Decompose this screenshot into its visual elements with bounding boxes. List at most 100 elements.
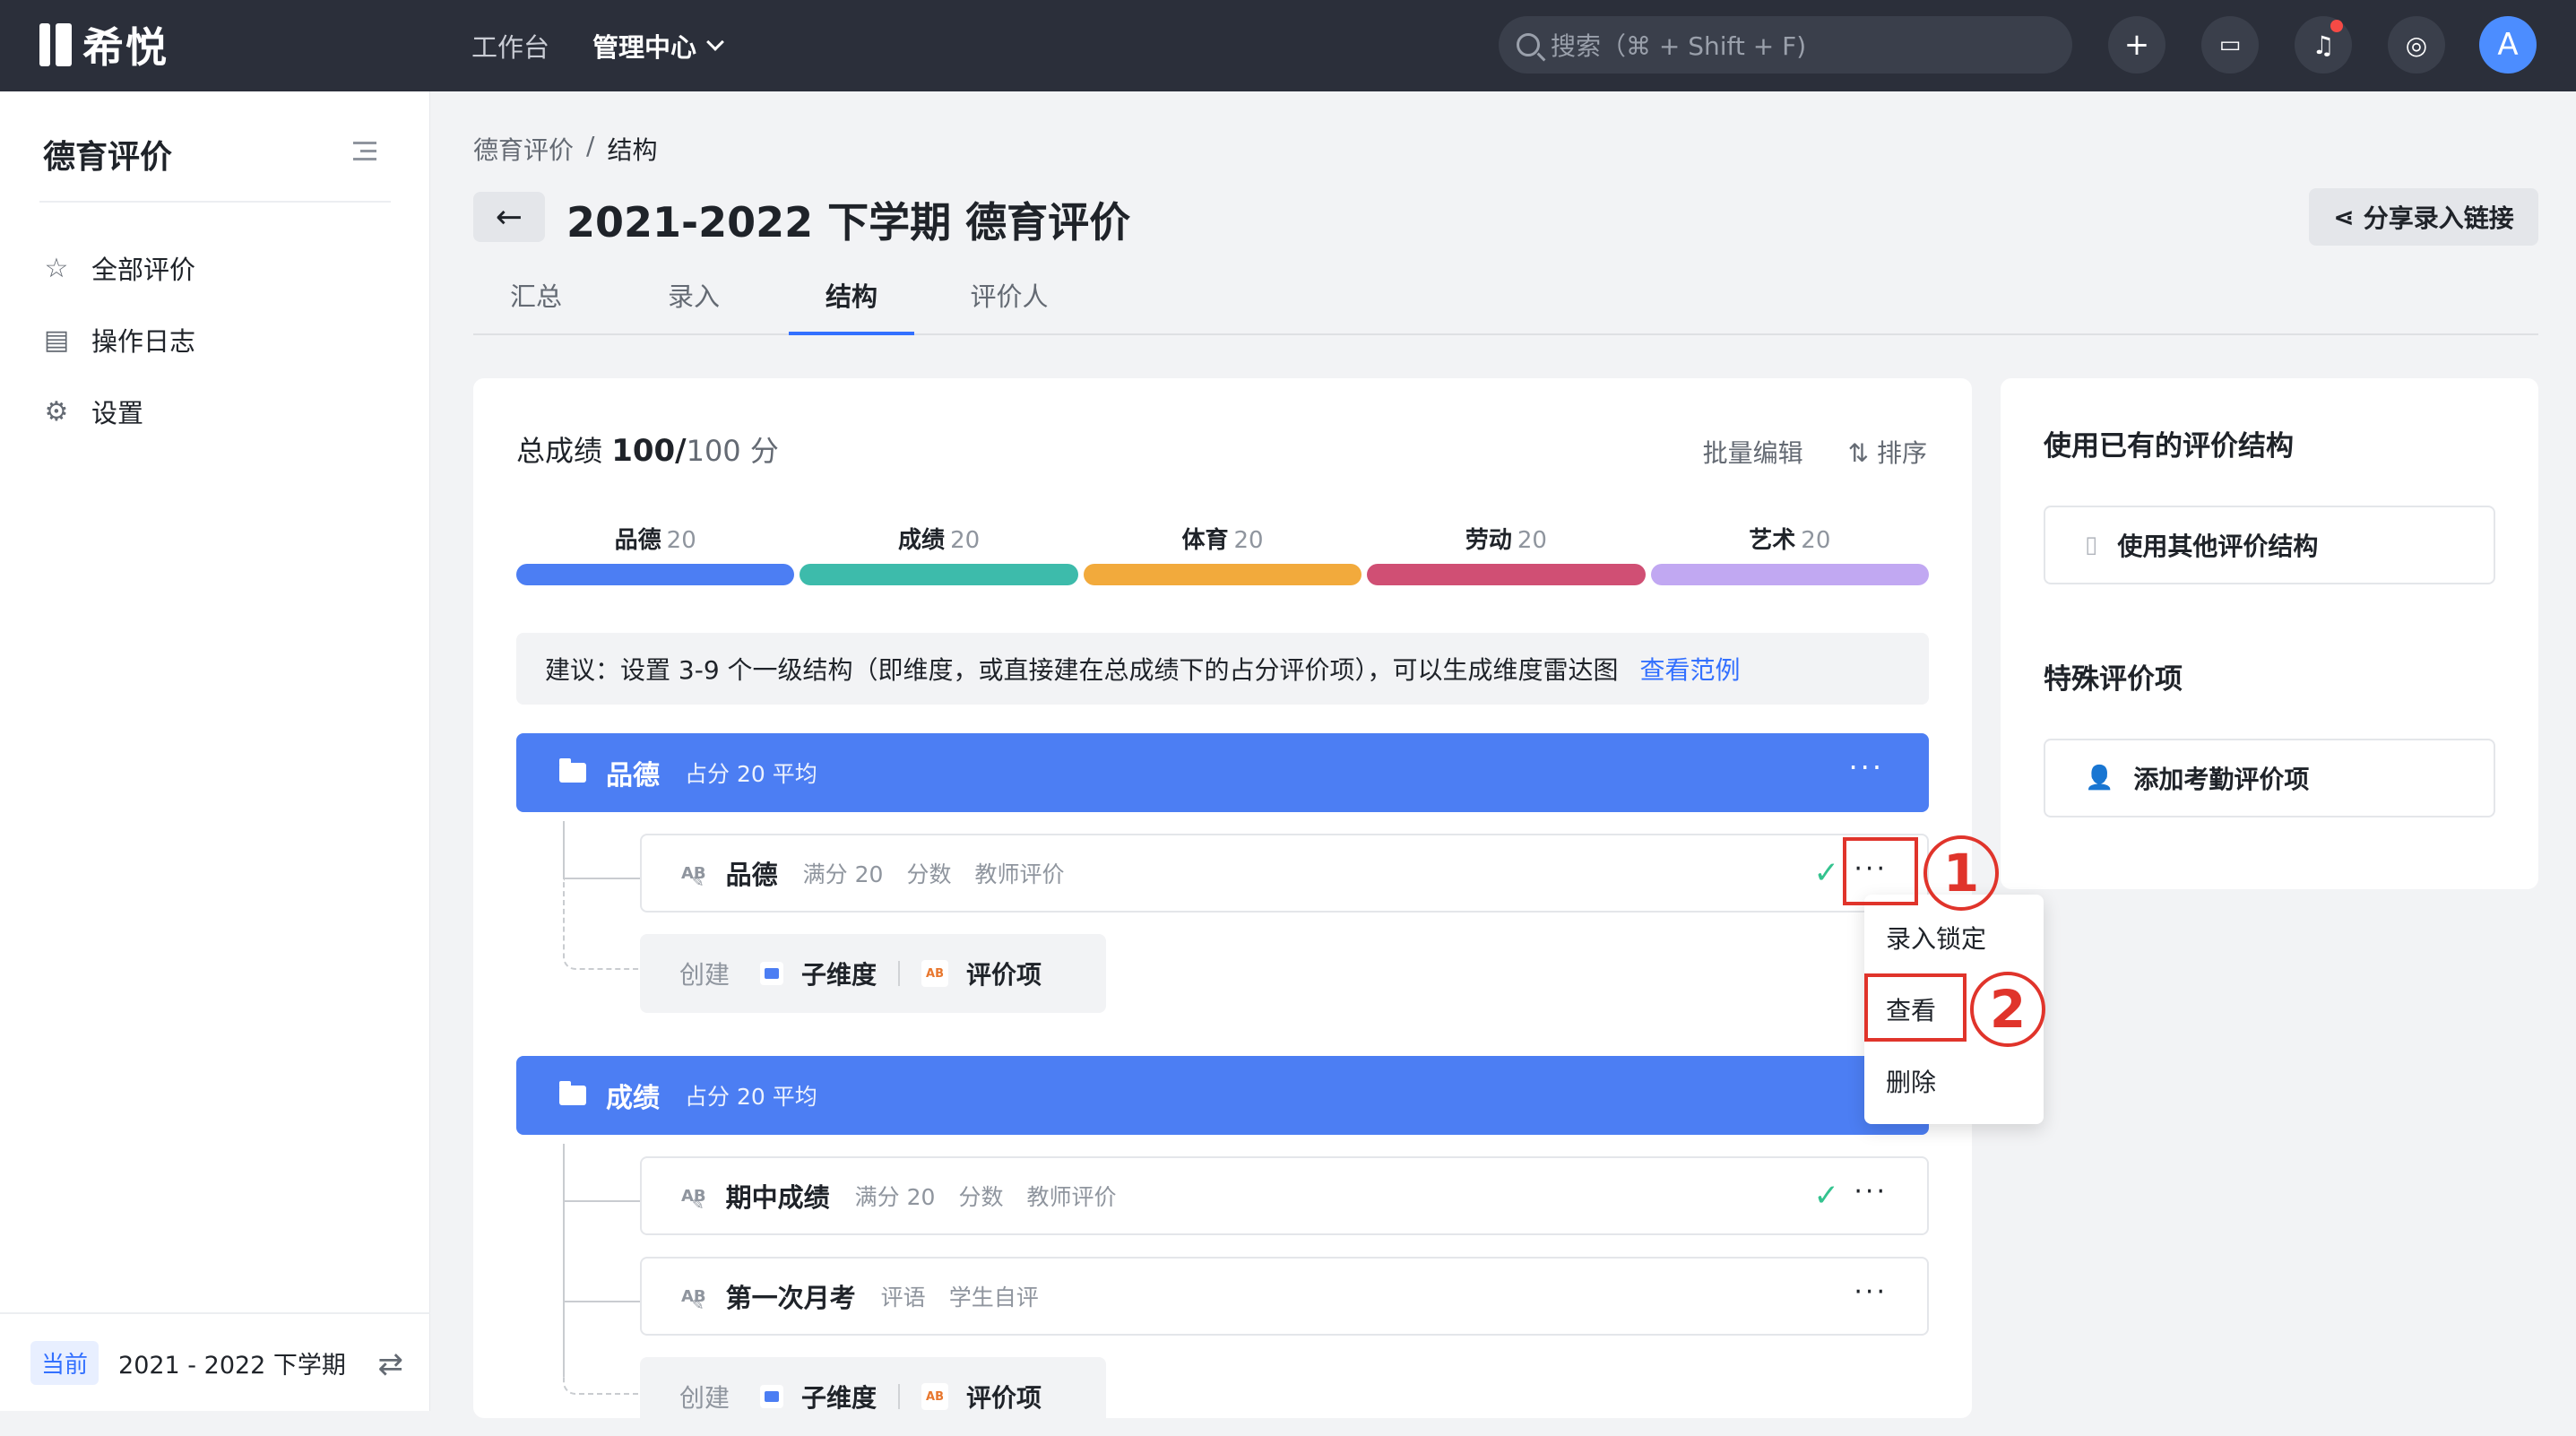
score-distribution-bar: 品德 20 成绩 20 体育 20 劳动 20 艺术 20 [516, 522, 1930, 585]
segment-score: 20 [950, 527, 981, 554]
total-score: 总成绩 100/100 分 [516, 428, 779, 470]
breadcrumb-current: 结构 [607, 135, 658, 165]
dimension-row[interactable]: 成绩 占分 20 平均 [516, 1056, 1929, 1135]
segment-label: 成绩 20 [898, 522, 980, 555]
dimension-name: 成绩 [606, 1083, 660, 1114]
eval-item-row[interactable]: AB 期中成绩 满分 20 分数 教师评价 ✓ ··· [640, 1156, 1929, 1235]
message-button[interactable]: ▭ [2201, 16, 2259, 74]
folder-icon [760, 962, 784, 985]
check-icon: ✓ [1813, 1178, 1840, 1214]
dimension-name: 品德 [606, 760, 660, 792]
more-icon[interactable]: ··· [1854, 1176, 1888, 1207]
segment-bar [516, 564, 795, 585]
term-switcher[interactable]: 当前 2021 - 2022 下学期 ⇄ [0, 1312, 430, 1411]
check-icon: ✓ [1813, 855, 1840, 891]
sidebar-item-all-evaluations[interactable]: ☆ 全部评价 [41, 249, 195, 287]
add-button[interactable]: + [2108, 16, 2165, 74]
share-link-button[interactable]: ⋖ 分享录入链接 [2309, 188, 2538, 246]
eval-item-meta: 教师评价 [1026, 1184, 1117, 1210]
total-score-max: 100 分 [686, 434, 779, 468]
top-bar: 希悦 工作台 管理中心 搜索（⌘ + Shift + F) + ▭ ♫ ◎ A [0, 0, 2576, 91]
eval-item-meta: 教师评价 [974, 861, 1065, 887]
breadcrumb-item[interactable]: 德育评价 [473, 131, 574, 167]
eval-item-name: 期中成绩 [725, 1182, 830, 1213]
back-button[interactable]: ← [473, 192, 545, 242]
tab-evaluators[interactable]: 评价人 [947, 276, 1072, 335]
arrow-left-icon: ← [495, 198, 523, 236]
search-input[interactable]: 搜索（⌘ + Shift + F) [1499, 16, 2072, 74]
tab-summary[interactable]: 汇总 [473, 276, 599, 335]
step-1-marker: 1 [1923, 835, 1999, 911]
sidebar-item-label: 操作日志 [91, 326, 196, 357]
existing-structure-title: 使用已有的评价结构 [2044, 430, 2294, 463]
menu-item-delete[interactable]: 删除 [1886, 1063, 1936, 1099]
logo-mark-icon [39, 23, 72, 66]
segment-bar [1083, 564, 1362, 585]
eval-item-meta: 分数 [958, 1184, 1004, 1210]
dimension-row[interactable]: 品德 占分 20 平均 ··· [516, 733, 1929, 812]
batch-edit-button[interactable]: 批量编辑 [1703, 434, 1803, 470]
sidebar-item-operation-log[interactable]: ▤ 操作日志 [41, 321, 195, 359]
nav-admin-center[interactable]: 管理中心 [592, 27, 724, 65]
notification-button[interactable]: ♫ [2295, 16, 2352, 74]
eval-item-row[interactable]: AB 品德 满分 20 分数 教师评价 ✓ ··· [640, 834, 1929, 913]
divider [898, 1384, 901, 1409]
sort-icon: ⇅ [1847, 438, 1877, 468]
step-2-marker: 2 [1970, 972, 2045, 1047]
special-items-title: 特殊评价项 [2044, 663, 2183, 696]
folder-icon [559, 758, 586, 783]
avatar[interactable]: A [2479, 16, 2537, 74]
highlight-box-step2 [1864, 973, 1967, 1042]
collapse-icon[interactable] [353, 142, 376, 161]
sort-button[interactable]: ⇅ 排序 [1848, 434, 1927, 470]
folder-icon [559, 1081, 586, 1105]
nav-workbench[interactable]: 工作台 [471, 27, 549, 65]
eval-item-row[interactable]: AB 第一次月考 评语 学生自评 ··· [640, 1257, 1929, 1336]
tab-entry[interactable]: 录入 [631, 276, 756, 335]
more-icon[interactable]: ··· [1848, 753, 1884, 782]
segment-score: 20 [666, 527, 696, 554]
eval-item-meta: 评语 [880, 1285, 926, 1311]
create-eval-item-button[interactable]: 评价项 [966, 956, 1042, 991]
dimension-meta: 占分 20 平均 [685, 1084, 817, 1110]
eval-item-icon: AB [681, 1187, 706, 1213]
menu-item-lock-entry[interactable]: 录入锁定 [1886, 920, 1986, 956]
star-icon: ☆ [44, 252, 69, 284]
divider [898, 961, 901, 986]
add-attendance-item-button[interactable]: 👤 添加考勤评价项 [2044, 739, 2495, 817]
segment-name: 体育 [1181, 527, 1229, 554]
current-badge: 当前 [30, 1340, 99, 1385]
create-sub-dimension-button[interactable]: 子维度 [801, 956, 877, 991]
tab-structure[interactable]: 结构 [789, 276, 914, 335]
app-logo[interactable]: 希悦 [39, 20, 169, 72]
highlight-box-step1 [1843, 837, 1918, 905]
use-other-structure-label: 使用其他评价结构 [2117, 532, 2319, 561]
sidebar-item-label: 设置 [91, 398, 144, 428]
side-panel: 使用已有的评价结构 ▯ 使用其他评价结构 特殊评价项 👤 添加考勤评价项 [2001, 378, 2538, 889]
total-score-value: 100/ [611, 433, 687, 469]
swap-icon[interactable]: ⇄ [378, 1346, 404, 1382]
score-segment: 成绩 20 [800, 522, 1078, 585]
eval-item-meta: 满分 20 [802, 861, 884, 887]
more-icon[interactable]: ··· [1854, 1276, 1888, 1308]
sidebar-item-label: 全部评价 [91, 255, 196, 285]
sidebar-item-settings[interactable]: ⚙ 设置 [41, 393, 143, 430]
top-nav: 工作台 管理中心 [471, 27, 724, 65]
folder-icon [760, 1385, 784, 1408]
sidebar-divider [39, 201, 391, 203]
segment-score: 20 [1517, 527, 1547, 554]
create-eval-item-button[interactable]: 评价项 [966, 1379, 1042, 1414]
gear-icon: ⚙ [44, 395, 69, 428]
segment-score: 20 [1801, 527, 1831, 554]
add-attendance-item-label: 添加考勤评价项 [2133, 765, 2310, 794]
chevron-down-icon [706, 33, 724, 51]
sidebar: 德育评价 ☆ 全部评价 ▤ 操作日志 ⚙ 设置 当前 2021 - 2022 下… [0, 91, 430, 1411]
breadcrumb: 德育评价 / 结构 [473, 131, 657, 167]
create-sub-dimension-button[interactable]: 子维度 [801, 1379, 877, 1414]
eval-item-icon: AB [681, 1287, 706, 1313]
use-other-structure-button[interactable]: ▯ 使用其他评价结构 [2044, 506, 2495, 584]
help-button[interactable]: ◎ [2388, 16, 2445, 74]
score-segment: 艺术 20 [1650, 522, 1930, 585]
suggestion-tip: 建议：设置 3-9 个一级结构（即维度，或直接建在总成绩下的占分评价项），可以生… [516, 633, 1929, 705]
view-example-link[interactable]: 查看范例 [1640, 651, 1741, 687]
